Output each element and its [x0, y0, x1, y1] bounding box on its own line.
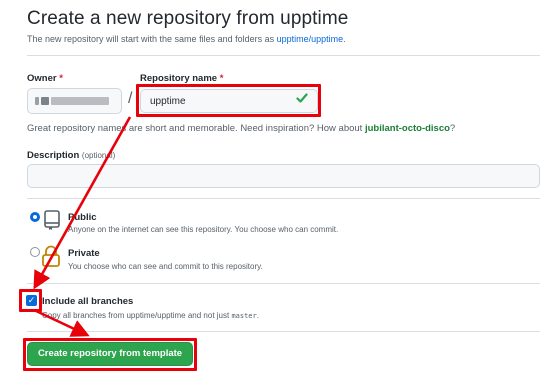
name-hint: Great repository names are short and mem… [27, 123, 455, 134]
description-input[interactable] [27, 164, 540, 188]
divider [27, 55, 540, 56]
page-subtitle: The new repository will start with the s… [27, 34, 346, 44]
repo-icon [43, 210, 61, 235]
divider [27, 331, 540, 332]
repo-name-label-text: Repository name [140, 73, 218, 84]
subtitle-text: The new repository will start with the s… [27, 34, 277, 44]
lock-icon [41, 245, 61, 272]
visibility-public-desc: Anyone on the internet can see this repo… [68, 225, 339, 234]
description-label: Description (optional) [27, 150, 115, 161]
owner-name-blur [51, 97, 109, 105]
owner-label-text: Owner [27, 73, 57, 84]
repo-name-label: Repository name * [140, 73, 223, 84]
include-all-branches-desc: Copy all branches from upptime/upptime a… [42, 311, 259, 320]
annotation-arrows [33, 116, 132, 337]
include-all-branches-label[interactable]: Include all branches [42, 296, 133, 307]
visibility-public-radio[interactable] [30, 212, 40, 222]
required-mark: * [219, 73, 224, 84]
description-label-text: Description [27, 150, 80, 161]
include-desc-suffix: . [256, 311, 259, 320]
owner-label: Owner * [27, 73, 63, 84]
include-desc-text: Copy all branches from upptime/upptime a… [42, 311, 232, 320]
annotation-highlight-repo-name [136, 84, 321, 117]
owner-name-blur [41, 97, 49, 105]
annotation-highlight-create-button [23, 338, 197, 371]
owner-select[interactable] [27, 88, 122, 114]
divider [27, 283, 540, 284]
visibility-public-label[interactable]: Public [68, 212, 97, 223]
visibility-private-radio[interactable] [30, 247, 40, 257]
visibility-private-label[interactable]: Private [68, 248, 100, 259]
hint-text: Great repository names are short and mem… [27, 123, 365, 134]
hint-suffix: ? [449, 123, 456, 134]
owner-avatar-blur [35, 97, 39, 105]
page-title: Create a new repository from upptime [27, 8, 349, 29]
required-mark: * [59, 73, 63, 84]
branch-name-code: master [231, 312, 257, 320]
name-suggestion-link[interactable]: jubilant-octo-disco [365, 123, 450, 134]
owner-repo-separator: / [128, 90, 133, 107]
annotation-highlight-checkbox [19, 289, 42, 312]
subtitle-suffix: . [343, 34, 346, 44]
divider [27, 198, 540, 199]
visibility-private-desc: You choose who can see and commit to thi… [68, 262, 263, 271]
optional-label: (optional) [81, 151, 116, 160]
template-repo-link[interactable]: upptime/upptime [277, 34, 344, 44]
